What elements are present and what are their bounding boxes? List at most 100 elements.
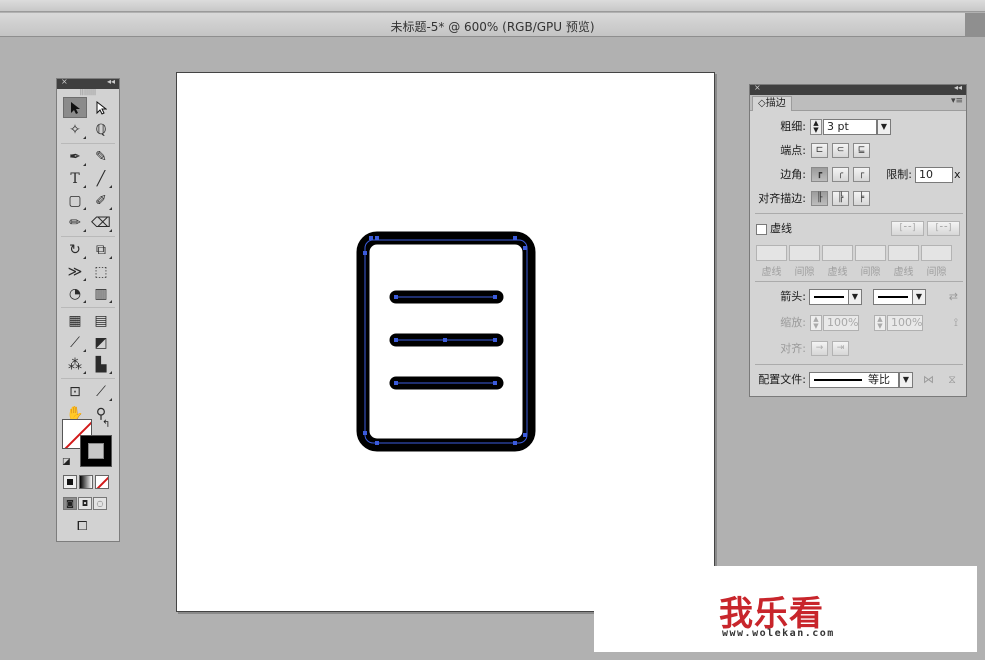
- weight-stepper[interactable]: ▲ ▼: [810, 119, 822, 135]
- chevron-down-icon[interactable]: ▼: [912, 289, 926, 305]
- align-center-button[interactable]: ╟: [811, 191, 828, 206]
- gradient-mode-button[interactable]: [79, 475, 93, 489]
- butt-cap-button[interactable]: ⊏: [811, 143, 828, 158]
- bevel-join-button[interactable]: ┌: [853, 167, 870, 182]
- free-transform-tool-icon[interactable]: ⬚: [89, 261, 113, 282]
- chevron-down-icon[interactable]: ▼: [848, 289, 862, 305]
- draw-behind-button[interactable]: ◘: [78, 497, 92, 510]
- column-graph-tool-icon[interactable]: ▙: [89, 354, 113, 375]
- dash-label: 虚线: [761, 267, 782, 278]
- chevron-down-icon[interactable]: ▼: [877, 119, 891, 135]
- panel-grip[interactable]: ||||||||: [57, 89, 119, 97]
- align-arrow-label: 对齐:: [780, 342, 806, 355]
- close-icon[interactable]: ×: [61, 77, 68, 86]
- type-tool-icon[interactable]: T: [63, 168, 87, 189]
- paintbrush-tool-icon[interactable]: ✐: [89, 190, 113, 211]
- line-segment-tool-icon[interactable]: ╱: [89, 168, 113, 189]
- scale-stepper-1[interactable]: ▲ ▼: [810, 315, 822, 331]
- tools-panel: × ◂◂ |||||||| ✧ ℚ ✒ ✎ T ╱ ▢ ✐ ✏ ⌫ ↻ ⧉ ≫ …: [56, 77, 120, 542]
- stroke-swatch[interactable]: [80, 435, 112, 467]
- gap-field-2[interactable]: [855, 245, 886, 261]
- none-mode-button[interactable]: [95, 475, 109, 489]
- limit-input[interactable]: 10: [915, 167, 953, 183]
- place-arrow-button[interactable]: ⇥: [832, 341, 849, 356]
- slice-tool-icon[interactable]: ⟋: [89, 381, 113, 402]
- tools-panel-header[interactable]: × ◂◂: [57, 77, 119, 89]
- symbol-sprayer-tool-icon[interactable]: ⁂: [63, 354, 87, 375]
- color-mode-buttons: [63, 475, 109, 489]
- artboard[interactable]: [176, 72, 715, 612]
- draw-mode-buttons: ◙ ◘ ◌: [63, 497, 107, 510]
- gap-label: 间隙: [860, 267, 881, 278]
- flip-along-icon[interactable]: ⋈: [920, 370, 934, 390]
- mesh-tool-icon[interactable]: ▦: [63, 310, 87, 331]
- dashed-line-label: 虚线: [770, 222, 792, 235]
- scale-tool-icon[interactable]: ⧉: [89, 239, 113, 260]
- weight-input[interactable]: 3 pt: [823, 119, 877, 135]
- eyedropper-tool-icon[interactable]: ⟋: [63, 332, 87, 353]
- align-inside-button[interactable]: ╠: [832, 191, 849, 206]
- panel-menu-icon[interactable]: ▾≡: [951, 96, 963, 106]
- gap-label: 间隙: [926, 267, 947, 278]
- lasso-tool-icon[interactable]: ℚ: [89, 119, 113, 140]
- artboard-tool-icon[interactable]: ⊡: [63, 381, 87, 402]
- draw-inside-button[interactable]: ◌: [93, 497, 107, 510]
- start-arrowhead-select[interactable]: [809, 289, 849, 305]
- flip-across-icon[interactable]: ⧖: [942, 370, 956, 390]
- dash-label: 虚线: [827, 267, 848, 278]
- end-arrowhead-select[interactable]: [873, 289, 913, 305]
- tab-stroke[interactable]: ◇描边: [752, 96, 792, 111]
- pen-tool-icon[interactable]: ✒: [63, 146, 87, 167]
- default-fill-stroke-icon[interactable]: ◪: [62, 457, 71, 467]
- rotate-tool-icon[interactable]: ↻: [63, 239, 87, 260]
- width-tool-icon[interactable]: ≫: [63, 261, 87, 282]
- preserve-dash-button[interactable]: [⁃⁃]: [891, 221, 924, 236]
- shape-builder-tool-icon[interactable]: ◔: [63, 283, 87, 304]
- dash-field-2[interactable]: [822, 245, 853, 261]
- round-cap-button[interactable]: ⊂: [832, 143, 849, 158]
- watermark: 我乐看 www.wolekan.com: [594, 566, 977, 652]
- pencil-tool-icon[interactable]: ✏: [63, 212, 87, 233]
- curvature-tool-icon[interactable]: ✎: [89, 146, 113, 167]
- dashed-line-checkbox[interactable]: [756, 224, 767, 235]
- profile-select[interactable]: 等比: [809, 372, 899, 388]
- perspective-grid-tool-icon[interactable]: ▥: [89, 283, 113, 304]
- color-mode-button[interactable]: [63, 475, 77, 489]
- collapse-icon[interactable]: ◂◂: [954, 83, 962, 92]
- rectangle-tool-icon[interactable]: ▢: [63, 190, 87, 211]
- close-icon[interactable]: ×: [754, 83, 761, 92]
- collapse-icon[interactable]: ◂◂: [107, 77, 115, 86]
- eraser-tool-icon[interactable]: ⌫: [89, 212, 113, 233]
- tab-bar-end: [965, 13, 985, 37]
- scale-stepper-2[interactable]: ▲ ▼: [874, 315, 886, 331]
- stroke-panel: × ◂◂ ◇描边 ▾≡ 粗细: ▲ ▼ 3 pt ▼ 端点: ⊏ ⊂ ⊑ 边角: …: [749, 83, 967, 397]
- swap-arrowheads-icon[interactable]: ⇄: [944, 287, 958, 307]
- miter-join-button[interactable]: ┏: [811, 167, 828, 182]
- direct-selection-tool-icon[interactable]: [89, 97, 113, 118]
- gap-field-1[interactable]: [789, 245, 820, 261]
- scale-input-1[interactable]: 100%: [823, 315, 859, 331]
- stroke-panel-header[interactable]: × ◂◂: [750, 83, 966, 95]
- projecting-cap-button[interactable]: ⊑: [853, 143, 870, 158]
- extend-arrow-button[interactable]: →: [811, 341, 828, 356]
- magic-wand-tool-icon[interactable]: ✧: [63, 119, 87, 140]
- blend-tool-icon[interactable]: ◩: [89, 332, 113, 353]
- gap-field-3[interactable]: [921, 245, 952, 261]
- dash-field-1[interactable]: [756, 245, 787, 261]
- scale-input-2[interactable]: 100%: [887, 315, 923, 331]
- align-dash-button[interactable]: [⁃⁃]: [927, 221, 960, 236]
- draw-normal-button[interactable]: ◙: [63, 497, 77, 510]
- limit-label: 限制:: [886, 168, 912, 181]
- document-title[interactable]: 未标题-5* @ 600% (RGB/GPU 预览): [0, 18, 985, 35]
- align-outside-button[interactable]: ╞: [853, 191, 870, 206]
- dash-field-3[interactable]: [888, 245, 919, 261]
- dash-label: 虚线: [893, 267, 914, 278]
- round-join-button[interactable]: ╭: [832, 167, 849, 182]
- screen-mode-icon[interactable]: ⧠: [77, 519, 87, 534]
- gradient-tool-icon[interactable]: ▤: [89, 310, 113, 331]
- swap-fill-stroke-icon[interactable]: ↰: [102, 419, 110, 430]
- link-scale-icon[interactable]: ⟟: [944, 313, 958, 333]
- selection-tool-icon[interactable]: [63, 97, 87, 118]
- document-icon-artwork[interactable]: [177, 73, 716, 613]
- chevron-down-icon[interactable]: ▼: [899, 372, 913, 388]
